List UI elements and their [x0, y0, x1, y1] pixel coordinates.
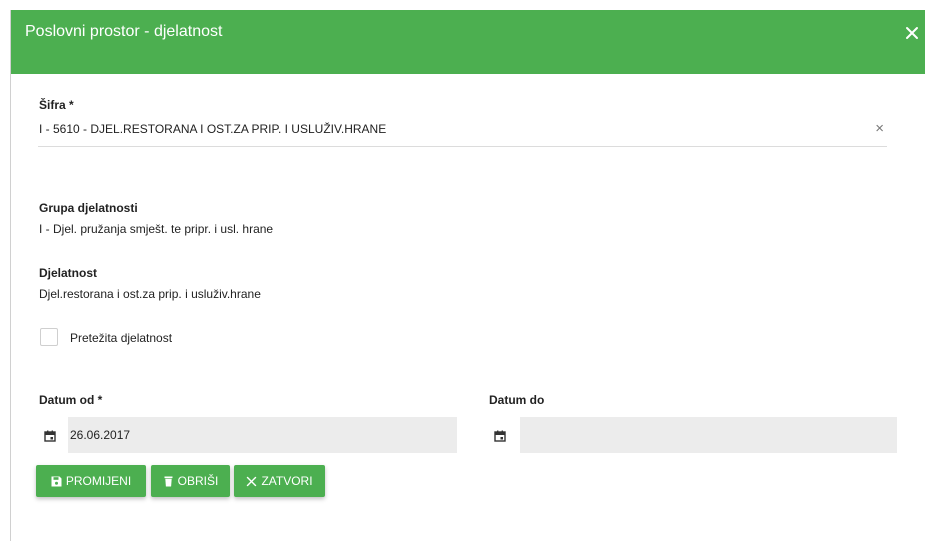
promijeni-label: PROMIJENI	[65, 474, 132, 488]
sifra-label: Šifra *	[39, 98, 74, 112]
grupa-value: I - Djel. pružanja smješt. te pripr. i u…	[39, 222, 274, 236]
floppy-disk-icon	[51, 476, 62, 487]
zatvori-button[interactable]: ZATVORI	[234, 465, 325, 497]
datum-do-label: Datum do	[489, 393, 545, 407]
datum-do-input[interactable]	[520, 417, 897, 453]
zatvori-label: ZATVORI	[261, 474, 313, 488]
datum-od-input[interactable]: 26.06.2017	[68, 417, 457, 453]
dialog-title: Poslovni prostor - djelatnost	[25, 23, 223, 40]
pretezita-label: Pretežita djelatnost	[70, 331, 173, 345]
calendar-icon[interactable]	[494, 429, 506, 442]
x-icon	[246, 476, 257, 487]
clear-icon[interactable]: ×	[875, 121, 884, 136]
obrisi-label: OBRIŠI	[177, 474, 219, 488]
sifra-select[interactable]: I - 5610 - DJEL.RESTORANA I OST.ZA PRIP.…	[38, 117, 887, 147]
pretezita-checkbox[interactable]	[40, 328, 58, 346]
djelatnost-label: Djelatnost	[39, 266, 98, 280]
close-icon[interactable]	[903, 24, 921, 42]
datum-od-value: 26.06.2017	[70, 428, 131, 442]
calendar-icon[interactable]	[44, 429, 56, 442]
grupa-label: Grupa djelatnosti	[39, 201, 138, 215]
obrisi-button[interactable]: OBRIŠI	[151, 465, 230, 497]
datum-od-label: Datum od *	[39, 393, 103, 407]
sifra-value: I - 5610 - DJEL.RESTORANA I OST.ZA PRIP.…	[39, 122, 387, 136]
dialog: Poslovni prostor - djelatnost	[10, 10, 925, 541]
promijeni-button[interactable]: PROMIJENI	[36, 465, 146, 497]
dialog-header: Poslovni prostor - djelatnost	[11, 10, 925, 74]
trash-icon	[163, 476, 174, 487]
djelatnost-value: Djel.restorana i ost.za prip. i usluživ.…	[39, 287, 261, 301]
